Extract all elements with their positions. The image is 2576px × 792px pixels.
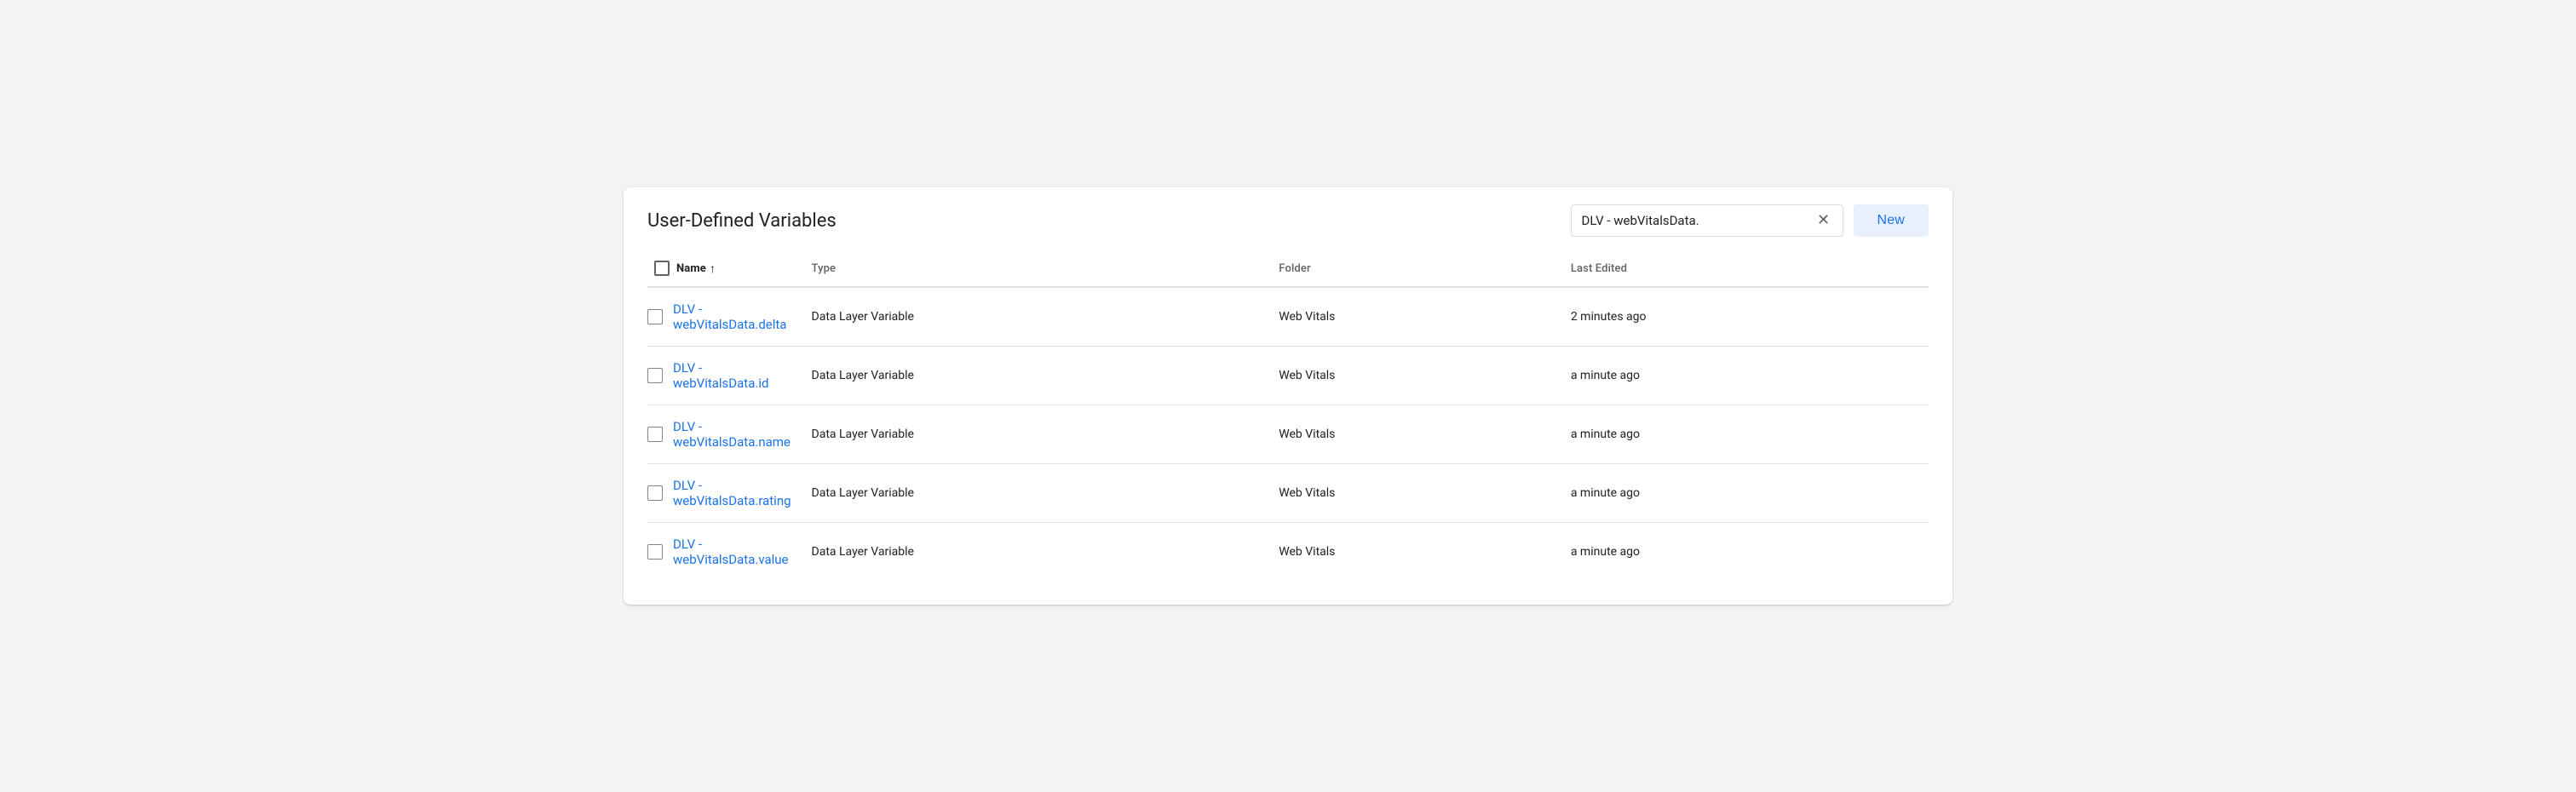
name-cell: DLV - webVitalsData.delta xyxy=(647,287,805,347)
folder-cell: Web Vitals xyxy=(1272,347,1564,405)
folder-cell: Web Vitals xyxy=(1272,464,1564,523)
clear-search-icon[interactable]: ✕ xyxy=(1815,212,1832,229)
header-actions: DLV - webVitalsData. ✕ New xyxy=(1571,204,1929,237)
table-row: DLV - webVitalsData.id Data Layer Variab… xyxy=(647,347,1929,405)
table-row: DLV - webVitalsData.name Data Layer Vari… xyxy=(647,405,1929,464)
type-cell: Data Layer Variable xyxy=(805,347,1273,405)
name-cell: DLV - webVitalsData.rating xyxy=(647,464,805,523)
type-column-header: Type xyxy=(805,250,1273,287)
folder-cell: Web Vitals xyxy=(1272,405,1564,464)
last-edited-cell: a minute ago xyxy=(1564,523,1929,582)
variables-table: Name ↑ Type Folder Last Edited xyxy=(647,250,1929,581)
type-cell: Data Layer Variable xyxy=(805,287,1273,347)
type-cell: Data Layer Variable xyxy=(805,523,1273,582)
row-checkbox-3[interactable] xyxy=(647,485,663,501)
folder-cell: Web Vitals xyxy=(1272,287,1564,347)
last-edited-cell: 2 minutes ago xyxy=(1564,287,1929,347)
last-edited-cell: a minute ago xyxy=(1564,405,1929,464)
row-checkbox-2[interactable] xyxy=(647,427,663,442)
last-edited-cell: a minute ago xyxy=(1564,347,1929,405)
type-cell: Data Layer Variable xyxy=(805,405,1273,464)
name-column-header: Name xyxy=(676,262,706,275)
search-value: DLV - webVitalsData. xyxy=(1582,213,1808,228)
variable-link-0[interactable]: DLV - webVitalsData.delta xyxy=(673,301,791,332)
table-wrapper: Name ↑ Type Folder Last Edited xyxy=(624,250,1952,605)
page-title: User-Defined Variables xyxy=(647,210,837,232)
sort-arrow-icon: ↑ xyxy=(710,261,716,276)
name-cell: DLV - webVitalsData.name xyxy=(647,405,805,464)
last-edited-cell: a minute ago xyxy=(1564,464,1929,523)
new-button[interactable]: New xyxy=(1854,204,1929,237)
select-all-checkbox[interactable] xyxy=(654,261,670,276)
folder-cell: Web Vitals xyxy=(1272,523,1564,582)
row-checkbox-4[interactable] xyxy=(647,544,663,560)
variable-link-4[interactable]: DLV - webVitalsData.value xyxy=(673,537,791,567)
table-row: DLV - webVitalsData.value Data Layer Var… xyxy=(647,523,1929,582)
name-cell: DLV - webVitalsData.value xyxy=(647,523,805,582)
variable-link-3[interactable]: DLV - webVitalsData.rating xyxy=(673,478,791,508)
main-panel: User-Defined Variables DLV - webVitalsDa… xyxy=(624,187,1952,605)
table-row: DLV - webVitalsData.delta Data Layer Var… xyxy=(647,287,1929,347)
select-all-column: Name ↑ xyxy=(647,250,805,287)
header: User-Defined Variables DLV - webVitalsDa… xyxy=(624,187,1952,250)
variable-link-1[interactable]: DLV - webVitalsData.id xyxy=(673,360,791,391)
row-checkbox-0[interactable] xyxy=(647,309,663,324)
table-header-row: Name ↑ Type Folder Last Edited xyxy=(647,250,1929,287)
row-checkbox-1[interactable] xyxy=(647,368,663,383)
type-cell: Data Layer Variable xyxy=(805,464,1273,523)
last-edited-column-header: Last Edited xyxy=(1564,250,1929,287)
variable-link-2[interactable]: DLV - webVitalsData.name xyxy=(673,419,791,450)
search-box[interactable]: DLV - webVitalsData. ✕ xyxy=(1571,204,1843,237)
table-row: DLV - webVitalsData.rating Data Layer Va… xyxy=(647,464,1929,523)
name-cell: DLV - webVitalsData.id xyxy=(647,347,805,405)
folder-column-header: Folder xyxy=(1272,250,1564,287)
